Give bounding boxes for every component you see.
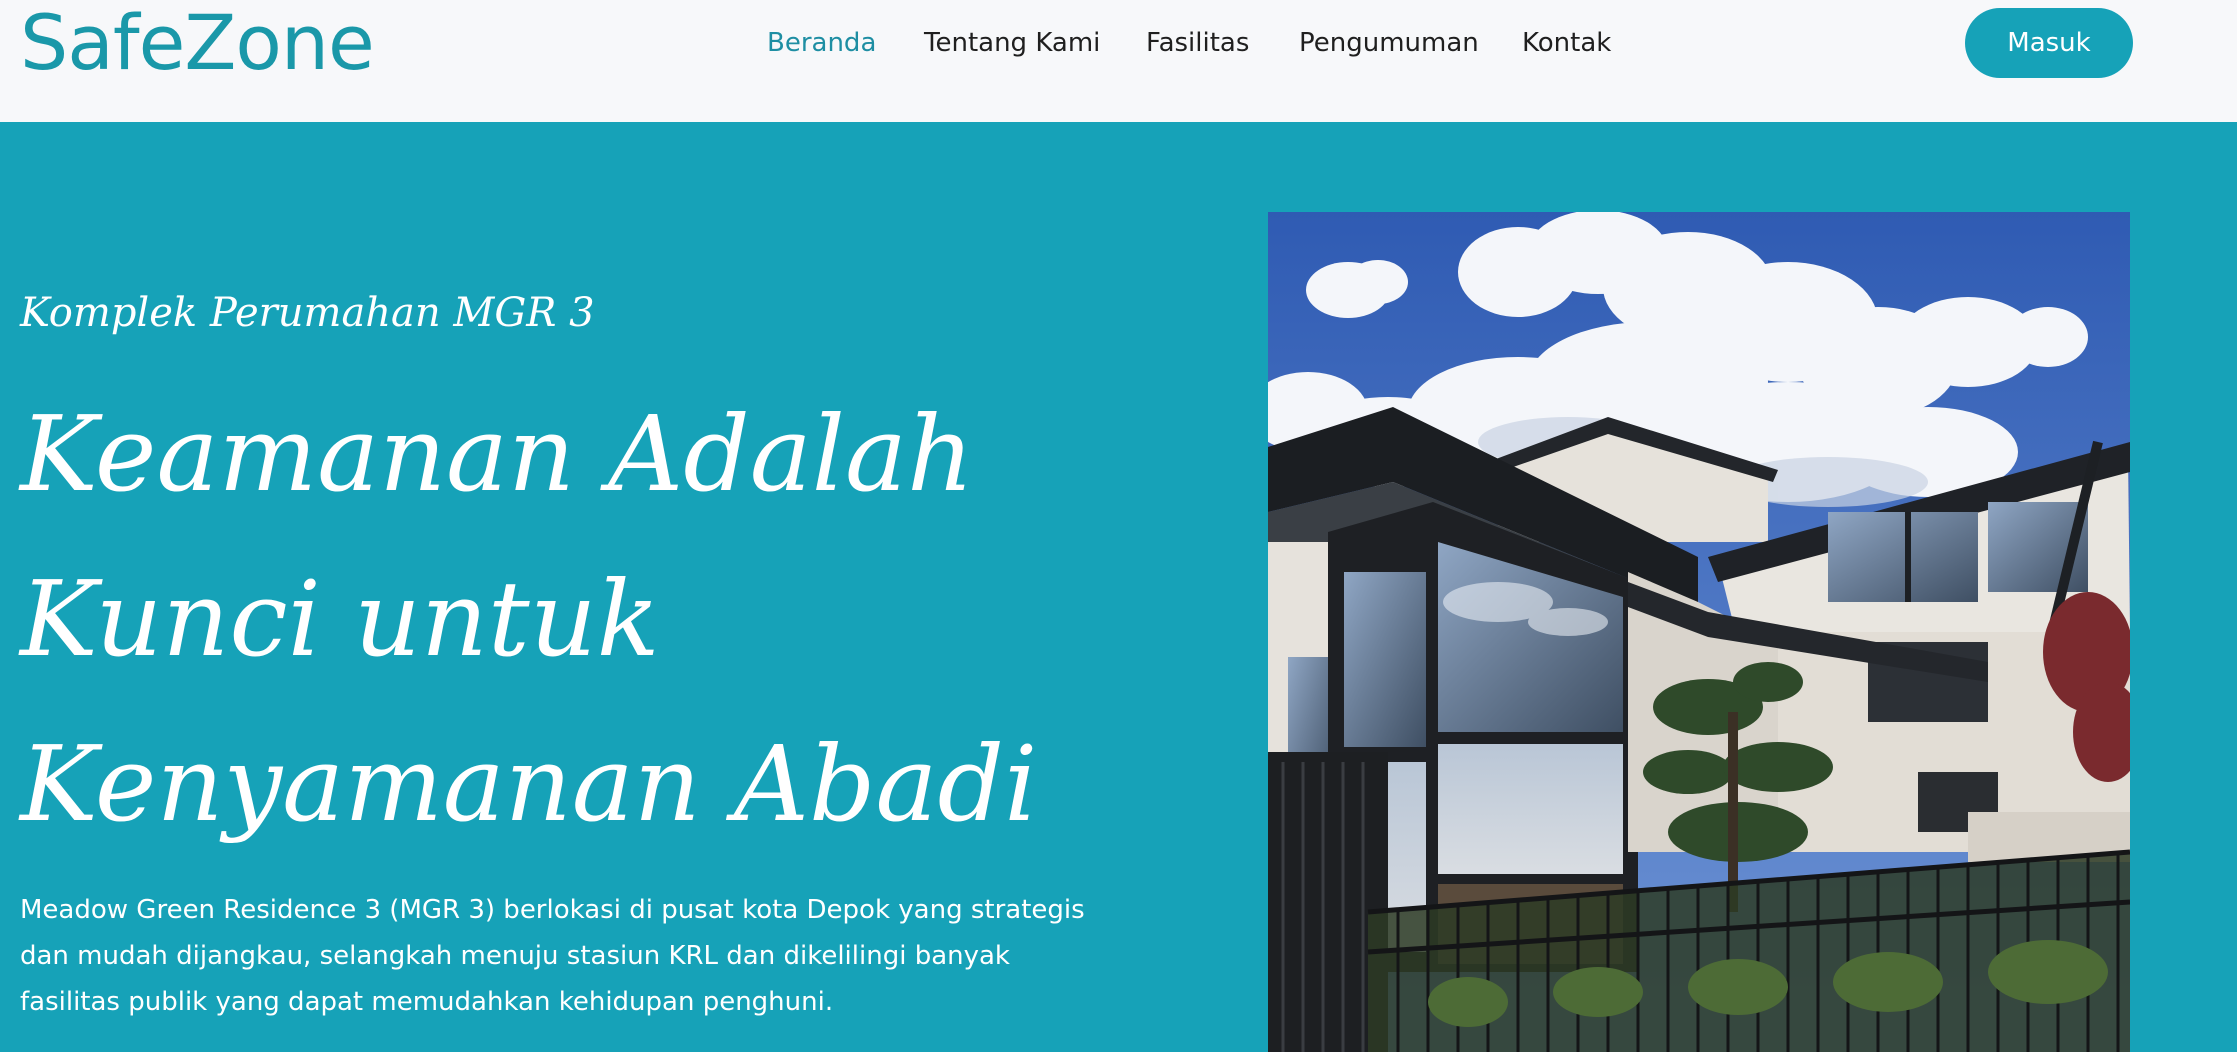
hero-headline-line: Kunci untuk [20, 558, 660, 680]
login-button[interactable]: Masuk [1965, 8, 2133, 78]
hero-headline: Keamanan Adalah Kunci untuk Kenyamanan A… [20, 372, 1220, 867]
hero-house-photo [1268, 212, 2130, 1052]
hero-description-line: Meadow Green Residence 3 (MGR 3) berloka… [20, 895, 1085, 925]
brand-logo[interactable]: SafeZone [20, 0, 375, 86]
nav-item-pengumuman[interactable]: Pengumuman [1299, 22, 1479, 64]
hero-headline-line: Keamanan Adalah [20, 393, 975, 515]
hero-description-line: dan mudah dijangkau, selangkah menuju st… [20, 941, 1010, 971]
hero-section: Komplek Perumahan MGR 3 Keamanan Adalah … [0, 122, 2237, 1052]
hero-subheading: Komplek Perumahan MGR 3 [20, 290, 595, 336]
nav-item-beranda[interactable]: Beranda [767, 22, 876, 64]
hero-description: Meadow Green Residence 3 (MGR 3) berloka… [20, 887, 1220, 1025]
navbar: SafeZone Beranda Tentang Kami Fasilitas … [0, 0, 2237, 122]
hero-description-line: fasilitas publik yang dapat memudahkan k… [20, 987, 834, 1017]
hero-headline-line: Kenyamanan Abadi [20, 723, 1038, 845]
nav-item-fasilitas[interactable]: Fasilitas [1146, 22, 1249, 64]
nav-item-kontak[interactable]: Kontak [1522, 22, 1611, 64]
nav-item-tentang-kami[interactable]: Tentang Kami [924, 22, 1100, 64]
